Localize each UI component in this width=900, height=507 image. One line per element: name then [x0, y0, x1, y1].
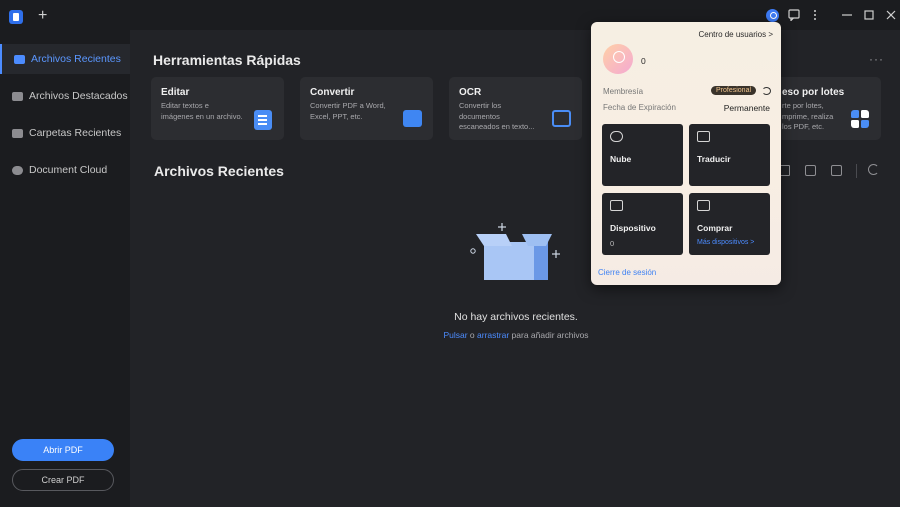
- hint-or: o: [469, 330, 475, 340]
- quick-tools-title: Herramientas Rápidas: [153, 52, 301, 68]
- edit-doc-icon: [254, 110, 272, 130]
- empty-state-hint: Pulsar o arrastrar para añadir archivos: [400, 330, 632, 340]
- ocr-icon: [552, 110, 571, 127]
- expiry-value: Permanente: [723, 103, 770, 113]
- card-title: Convertir: [310, 87, 355, 98]
- empty-box-illustration: [470, 223, 560, 280]
- expiry-label: Fecha de Expiración: [603, 103, 676, 112]
- sync-icon[interactable]: [762, 87, 771, 95]
- user-avatar-icon: [603, 44, 633, 74]
- minimize-icon[interactable]: [841, 9, 853, 21]
- card-desc: Editar textos e imágenes en un archivo.: [161, 101, 243, 121]
- card-desc: Convertir los documentos escaneados en t…: [459, 101, 535, 131]
- more-devices-link[interactable]: Más dispositivos >: [697, 239, 754, 246]
- card-desc: Convertir PDF a Word, Excel, PPT, etc.: [310, 101, 386, 121]
- new-tab-button[interactable]: +: [38, 7, 47, 25]
- sidebar: Archivos Recientes Archivos Destacados C…: [0, 30, 130, 507]
- sidebar-item-recent-folders[interactable]: Carpetas Recientes: [0, 118, 130, 148]
- tile-cloud[interactable]: Nube: [602, 124, 683, 186]
- empty-state-text: No hay archivos recientes.: [454, 311, 578, 323]
- device-count: 0: [610, 239, 615, 248]
- tile-title: Comprar: [697, 223, 733, 233]
- tool-card-ocr[interactable]: OCR Convertir los documentos escaneados …: [449, 77, 582, 140]
- tile-title: Nube: [610, 154, 632, 164]
- grid-view-icon[interactable]: [805, 165, 816, 176]
- app-logo-icon: [9, 10, 23, 24]
- convert-icon: [403, 110, 422, 127]
- maximize-icon[interactable]: [863, 9, 875, 21]
- more-options-icon[interactable]: ···: [869, 52, 884, 66]
- tool-card-convert[interactable]: Convertir Convertir PDF a Word, Excel, P…: [300, 77, 433, 140]
- tile-title: Dispositivo: [610, 223, 656, 233]
- toolbar-divider: [856, 164, 857, 178]
- membership-label: Membresía: [603, 87, 644, 96]
- sidebar-item-document-cloud[interactable]: Document Cloud: [0, 155, 130, 185]
- folder-icon: [12, 128, 23, 138]
- monitor-icon: [610, 200, 623, 211]
- open-pdf-button[interactable]: Abrir PDF: [12, 439, 114, 461]
- avatar-icon[interactable]: [766, 9, 779, 22]
- card-title: OCR: [459, 87, 482, 98]
- cart-icon: [697, 200, 710, 211]
- create-pdf-button[interactable]: Crear PDF: [12, 469, 114, 491]
- tile-device[interactable]: Dispositivo 0: [602, 193, 683, 255]
- recent-files-icon: [14, 54, 25, 64]
- sidebar-item-label: Archivos Destacados: [29, 90, 128, 102]
- sidebar-item-label: Carpetas Recientes: [29, 127, 122, 139]
- user-count: 0: [641, 56, 646, 66]
- logout-link[interactable]: Cierre de sesión: [598, 268, 656, 277]
- tile-translate[interactable]: Traducir: [689, 124, 770, 186]
- membership-badge: Profesional: [711, 86, 757, 95]
- hint-rest: para añadir archivos: [511, 330, 589, 340]
- sidebar-item-starred-files[interactable]: Archivos Destacados: [0, 81, 130, 111]
- sidebar-item-recent-files[interactable]: Archivos Recientes: [0, 44, 130, 74]
- delete-icon[interactable]: [831, 165, 842, 176]
- click-link[interactable]: Pulsar: [443, 330, 467, 340]
- drag-link[interactable]: arrastrar: [477, 330, 509, 340]
- user-popover: Centro de usuarios > 0 Membresía Profesi…: [591, 22, 781, 285]
- sidebar-item-label: Document Cloud: [29, 164, 108, 176]
- feedback-icon[interactable]: [788, 9, 800, 21]
- tile-title: Traducir: [697, 154, 731, 164]
- refresh-icon[interactable]: [868, 164, 879, 175]
- cloud-upload-icon: [610, 131, 623, 142]
- card-title: Editar: [161, 87, 190, 98]
- translate-icon: [697, 131, 710, 142]
- card-title: eso por lotes: [782, 87, 845, 98]
- card-desc: rte por lotes, mprime, realiza los PDF, …: [782, 101, 834, 131]
- close-icon[interactable]: [885, 9, 897, 21]
- tile-buy[interactable]: Comprar Más dispositivos >: [689, 193, 770, 255]
- cloud-icon: [12, 165, 23, 175]
- batch-icon: [851, 110, 869, 128]
- tool-card-edit[interactable]: Editar Editar textos e imágenes en un ar…: [151, 77, 284, 140]
- more-vertical-icon[interactable]: [812, 9, 818, 21]
- sidebar-item-label: Archivos Recientes: [31, 53, 121, 65]
- user-center-link[interactable]: Centro de usuarios >: [699, 30, 774, 39]
- starred-files-icon: [12, 91, 23, 101]
- recent-files-title: Archivos Recientes: [154, 163, 284, 179]
